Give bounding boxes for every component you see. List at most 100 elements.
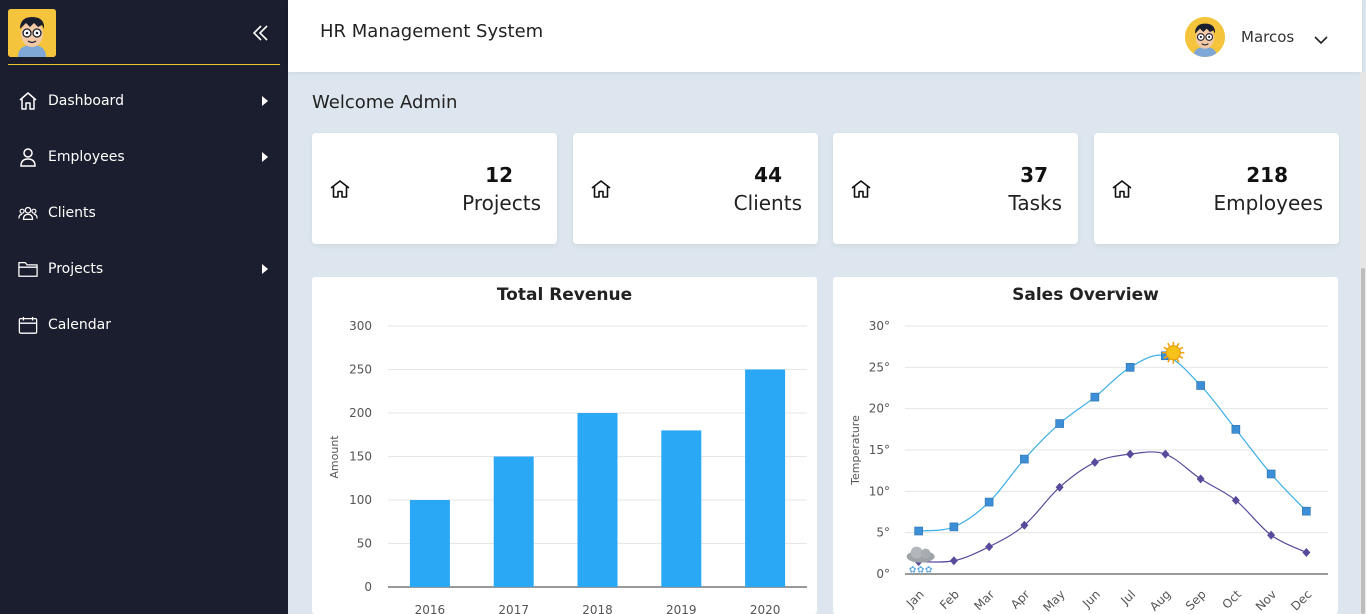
y-tick-label: 100 bbox=[349, 493, 372, 507]
collapse-sidebar-button[interactable] bbox=[250, 22, 272, 44]
stat-label: Projects bbox=[462, 191, 541, 215]
stat-card-tasks[interactable]: 37 Tasks bbox=[833, 133, 1078, 244]
x-tick-label: Nov bbox=[1253, 587, 1279, 613]
sun-ray bbox=[1179, 355, 1184, 359]
series-line bbox=[918, 354, 1307, 532]
stat-value: 37 bbox=[1020, 163, 1048, 187]
y-tick-label: 300 bbox=[349, 319, 372, 333]
sun-ray bbox=[1163, 346, 1168, 350]
data-point bbox=[1196, 381, 1205, 390]
x-tick-label: Feb bbox=[937, 587, 962, 612]
data-point bbox=[914, 526, 923, 536]
sun-core bbox=[1165, 345, 1181, 361]
sidebar-item-projects[interactable]: Projects bbox=[0, 241, 288, 297]
stat-value: 218 bbox=[1246, 163, 1288, 187]
data-point bbox=[1196, 474, 1205, 484]
x-tick-label: Mar bbox=[971, 587, 997, 613]
sidebar-item-label: Calendar bbox=[48, 317, 111, 333]
calendar-icon bbox=[18, 315, 38, 335]
sidebar-item-clients[interactable]: Clients bbox=[0, 185, 288, 241]
sun-ray bbox=[1179, 346, 1184, 350]
stat-card-projects[interactable]: 12 Projects bbox=[312, 133, 557, 244]
caret-right-icon bbox=[262, 264, 268, 274]
sidebar-item-calendar[interactable]: Calendar bbox=[0, 297, 288, 353]
data-point bbox=[984, 497, 994, 507]
x-tick-label: Oct bbox=[1219, 587, 1244, 612]
user-avatar[interactable] bbox=[1185, 17, 1225, 57]
y-tick-label: 250 bbox=[349, 363, 372, 377]
data-point bbox=[985, 542, 994, 552]
y-tick-label: 200 bbox=[349, 406, 372, 420]
stat-value: 44 bbox=[754, 163, 782, 187]
revenue-bar-chart: 0 50 100 150 200 250 300 Amount 2016 2017 2018 2019… bbox=[328, 319, 807, 614]
sidebar-item-dashboard[interactable]: Dashboard bbox=[0, 73, 288, 129]
snow-cloud-icon: ✿ ✿ ✿ bbox=[906, 546, 935, 576]
chevron-down-icon bbox=[1314, 36, 1328, 45]
double-chevron-left-icon bbox=[252, 25, 268, 41]
sidebar-item-label: Dashboard bbox=[48, 93, 124, 109]
user-menu-toggle[interactable] bbox=[1314, 30, 1328, 45]
x-tick-label: Sep bbox=[1183, 587, 1209, 613]
stat-label: Tasks bbox=[1008, 191, 1062, 215]
y-tick-label: 15° bbox=[869, 443, 890, 457]
caret-right-icon bbox=[262, 96, 268, 106]
x-tick-label: Jan bbox=[903, 587, 927, 611]
data-point bbox=[1090, 457, 1099, 467]
folder-icon bbox=[18, 259, 38, 279]
x-tick-label: 2017 bbox=[498, 603, 529, 614]
sidebar-item-label: Projects bbox=[48, 261, 104, 277]
y-tick-label: 20° bbox=[869, 402, 890, 416]
data-point bbox=[1267, 530, 1276, 540]
home-icon bbox=[330, 180, 350, 198]
x-tick-label: Jun bbox=[1079, 587, 1103, 611]
x-tick-label: 2016 bbox=[415, 603, 446, 614]
y-tick-label: 5° bbox=[876, 526, 890, 540]
data-point bbox=[1266, 469, 1276, 479]
app-title: HR Management System bbox=[320, 21, 544, 42]
x-tick-label: Dec bbox=[1288, 587, 1314, 613]
sun-icon bbox=[1162, 341, 1185, 364]
home-icon bbox=[591, 180, 611, 198]
caret-right-icon bbox=[262, 152, 268, 162]
cartoon-face-icon bbox=[8, 9, 56, 57]
sun-ray bbox=[1176, 342, 1180, 348]
data-point bbox=[949, 522, 959, 532]
cloud-shape bbox=[920, 548, 931, 559]
bar bbox=[577, 413, 618, 587]
sidebar-item-employees[interactable]: Employees bbox=[0, 129, 288, 185]
page-scrollbar[interactable] bbox=[1360, 72, 1366, 614]
stat-card-employees[interactable]: 218 Employees bbox=[1094, 133, 1339, 244]
home-icon bbox=[851, 180, 871, 198]
sidebar-divider bbox=[8, 64, 280, 65]
sidebar-item-label: Clients bbox=[48, 205, 96, 221]
y-tick-label: 0 bbox=[364, 580, 372, 594]
x-tick-label: Jul bbox=[1117, 587, 1138, 608]
x-tick-label: 2018 bbox=[582, 603, 613, 614]
data-point bbox=[1126, 449, 1135, 459]
data-point bbox=[1020, 454, 1029, 464]
stat-label: Clients bbox=[733, 191, 802, 215]
y-tick-label: 25° bbox=[869, 360, 890, 374]
scrollbar-thumb[interactable] bbox=[1361, 268, 1365, 614]
user-name[interactable]: Marcos bbox=[1241, 28, 1294, 46]
top-header: HR Management System Marcos bbox=[288, 0, 1362, 72]
data-point bbox=[1161, 449, 1170, 459]
stat-label: Employees bbox=[1213, 191, 1323, 215]
sidebar-nav: Dashboard Employees Clients Projects Cal… bbox=[0, 73, 288, 353]
data-point bbox=[1125, 363, 1135, 372]
x-tick-label: May bbox=[1040, 587, 1067, 614]
total-revenue-panel: Total Revenue 0 50 100 150 200 250 300 Amount 20… bbox=[312, 277, 817, 614]
x-tick-label: Apr bbox=[1008, 587, 1033, 612]
users-icon bbox=[18, 203, 38, 223]
y-tick-label: 30° bbox=[869, 319, 890, 333]
series-line bbox=[918, 451, 1307, 563]
user-icon bbox=[18, 147, 38, 167]
x-tick-label: 2020 bbox=[750, 603, 781, 614]
sidebar-item-label: Employees bbox=[48, 149, 125, 165]
data-point bbox=[1302, 506, 1311, 516]
snowflake: ✿ bbox=[917, 566, 925, 576]
y-tick-label: 150 bbox=[349, 450, 372, 464]
y-tick-label: 0° bbox=[876, 567, 890, 581]
welcome-heading: Welcome Admin bbox=[312, 92, 458, 113]
stat-card-clients[interactable]: 44 Clients bbox=[573, 133, 818, 244]
